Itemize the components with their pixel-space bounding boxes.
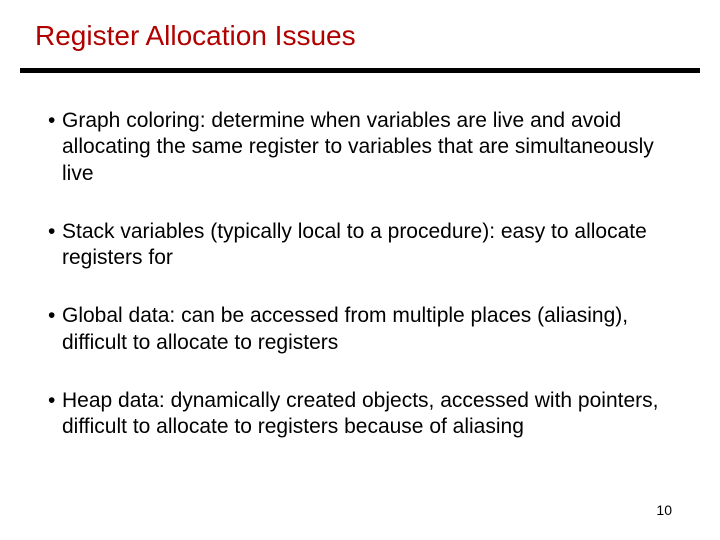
- bullet-marker-icon: •: [48, 303, 62, 329]
- page-number: 10: [656, 502, 672, 518]
- bullet-text: Stack variables (typically local to a pr…: [62, 220, 647, 269]
- slide-body: •Graph coloring: determine when variable…: [48, 108, 688, 472]
- bullet-text: Global data: can be accessed from multip…: [62, 304, 628, 353]
- slide: Register Allocation Issues •Graph colori…: [0, 0, 720, 540]
- slide-title: Register Allocation Issues: [35, 20, 356, 52]
- bullet-marker-icon: •: [48, 219, 62, 245]
- title-underline: [20, 68, 700, 73]
- bullet-item: •Heap data: dynamically created objects,…: [48, 388, 688, 441]
- bullet-marker-icon: •: [48, 108, 62, 134]
- bullet-text: Heap data: dynamically created objects, …: [62, 389, 658, 438]
- bullet-item: •Global data: can be accessed from multi…: [48, 303, 688, 356]
- bullet-item: •Stack variables (typically local to a p…: [48, 219, 688, 272]
- bullet-marker-icon: •: [48, 388, 62, 414]
- bullet-item: •Graph coloring: determine when variable…: [48, 108, 688, 187]
- bullet-text: Graph coloring: determine when variables…: [62, 109, 654, 185]
